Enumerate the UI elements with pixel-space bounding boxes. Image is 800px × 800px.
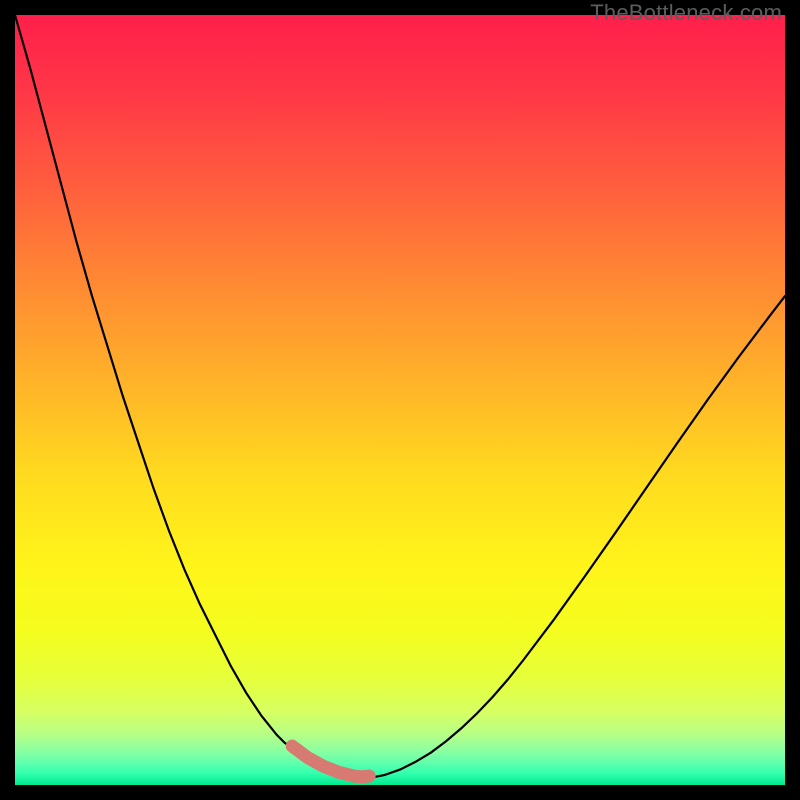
right-curve (362, 296, 786, 779)
chart-frame: TheBottleneck.com (0, 0, 800, 800)
plot-area (15, 15, 785, 785)
left-curve (15, 15, 362, 779)
watermark-text: TheBottleneck.com (590, 0, 782, 26)
curve-layer (15, 15, 785, 785)
bottom-highlight-arc (292, 746, 369, 777)
